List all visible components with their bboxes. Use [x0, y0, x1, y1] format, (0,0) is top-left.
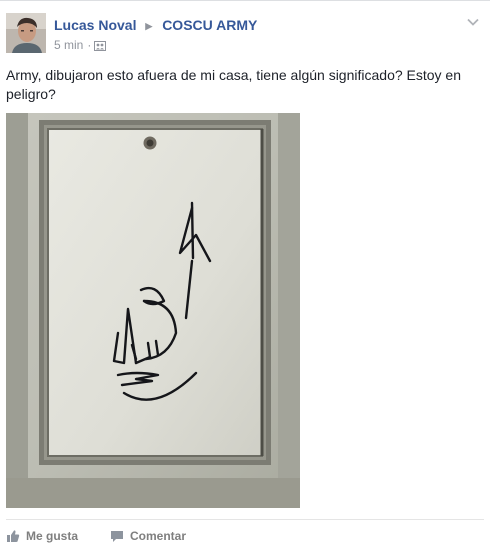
post-title: Lucas Noval ▶ COSCU ARMY — [54, 17, 257, 33]
thumbs-up-icon — [7, 530, 20, 542]
post-timestamp[interactable]: 5 min — [54, 38, 83, 52]
post-header: Lucas Noval ▶ COSCU ARMY 5 min · — [6, 13, 484, 55]
like-button-label: Me gusta — [26, 529, 79, 543]
post-message: Army, dibujaron esto afuera de mi casa, … — [6, 67, 461, 102]
group-audience-icon[interactable] — [94, 40, 107, 51]
post-options-chevron-down-icon[interactable] — [466, 15, 480, 29]
post-meta: 5 min · — [54, 38, 107, 52]
meta-separator: · — [87, 38, 92, 52]
post-photo[interactable] — [6, 113, 300, 508]
graffiti-door-image — [6, 113, 300, 508]
avatar-photo — [6, 13, 46, 53]
author-name-link[interactable]: Lucas Noval — [54, 17, 136, 33]
actions-divider — [6, 519, 484, 520]
post-actions: Me gusta Comentar — [6, 527, 218, 545]
like-button[interactable]: Me gusta — [6, 529, 78, 543]
group-name-link[interactable]: COSCU ARMY — [162, 17, 257, 33]
comment-button-label: Comentar — [130, 529, 187, 543]
comment-button[interactable]: Comentar — [110, 529, 186, 543]
feed-post: Lucas Noval ▶ COSCU ARMY 5 min · Army, d… — [0, 0, 490, 550]
comment-bubble-icon — [111, 531, 124, 542]
author-avatar[interactable] — [6, 13, 46, 53]
right-arrow-icon: ▶ — [145, 21, 153, 31]
